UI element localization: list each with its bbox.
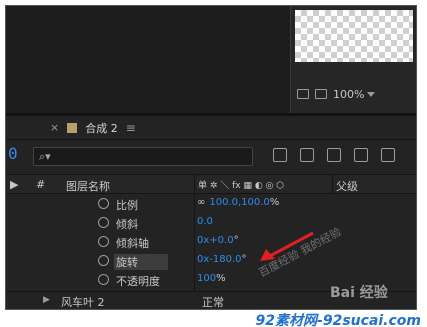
timecode[interactable]: 0	[8, 144, 18, 163]
column-layer-name[interactable]: 图层名称	[66, 178, 110, 194]
blend-mode-dropdown[interactable]: 正常	[202, 294, 224, 309]
draft-3d-icon[interactable]	[300, 148, 314, 162]
unit: °	[233, 235, 239, 246]
property-name: 倾斜轴	[116, 237, 149, 250]
shy-layers-icon[interactable]	[327, 148, 341, 162]
rotation-value[interactable]: 0x-180.0	[197, 254, 242, 265]
property-value[interactable]: 0.0	[197, 216, 213, 227]
search-icon: ⌕▾	[39, 149, 51, 163]
layer-column-header: ▶ # 图层名称 单 ✲ ＼ fx ▦ ◐ ◎ ⬡ 父级	[6, 174, 416, 194]
scale-value[interactable]: 100.0,100.0	[209, 197, 269, 208]
snapshot-icon[interactable]	[297, 89, 309, 99]
column-parent[interactable]: 父级	[336, 178, 358, 194]
skew-axis-value[interactable]: 0x+0.0	[197, 235, 234, 246]
zoom-value: 100%	[333, 87, 365, 101]
unit: °	[241, 254, 247, 265]
property-row-skew[interactable]: 倾斜 0.0	[6, 214, 416, 233]
stopwatch-icon[interactable]	[98, 217, 109, 228]
property-row-skew-axis[interactable]: 倾斜轴 0x+0.0°	[6, 233, 416, 252]
chevron-down-icon	[367, 91, 376, 97]
property-name: 比例	[116, 199, 138, 212]
tab-menu-icon[interactable]: ≡	[126, 121, 136, 135]
graph-editor-icon[interactable]	[273, 148, 287, 162]
property-value[interactable]: ∞ 100.0,100.0%	[197, 197, 279, 208]
transparency-grid	[295, 10, 413, 62]
layer-name[interactable]: 风车叶 2	[61, 294, 105, 309]
property-value[interactable]: 0x+0.0°	[197, 235, 239, 246]
link-icon[interactable]: ∞	[197, 197, 205, 208]
column-divider	[332, 174, 333, 194]
property-value[interactable]: 100%	[197, 273, 226, 284]
expand-icon[interactable]: ▶	[43, 295, 50, 305]
frame-blending-icon[interactable]	[354, 148, 368, 162]
unit: %	[269, 197, 280, 208]
display-icon[interactable]	[315, 89, 327, 99]
stopwatch-icon[interactable]	[98, 236, 109, 247]
composition-tab-bar: × 合成 2 ≡	[6, 116, 416, 140]
stopwatch-icon[interactable]	[98, 255, 109, 266]
after-effects-window: 100% × 合成 2 ≡ 0 ⌕▾ ▶ # 图层名称 单 ✲ ＼ fx ▦ ◐…	[5, 5, 417, 310]
stopwatch-icon[interactable]	[98, 274, 109, 285]
stopwatch-icon[interactable]	[98, 198, 109, 209]
opacity-value[interactable]: 100	[197, 273, 216, 284]
property-name: 旋转	[114, 254, 168, 270]
timeline-tools	[273, 148, 395, 162]
baidu-logo: Bai 经验	[330, 285, 388, 301]
composition-color-swatch	[67, 122, 78, 133]
property-name: 不透明度	[116, 275, 160, 288]
property-name: 倾斜	[116, 218, 138, 231]
viewer-toolbar: 100%	[291, 84, 416, 104]
property-row-rotation[interactable]: 旋转 0x-180.0°	[6, 252, 416, 271]
tab-composition[interactable]: 合成 2	[85, 120, 118, 136]
zoom-dropdown[interactable]: 100%	[333, 87, 376, 101]
property-row-scale[interactable]: 比例 ∞ 100.0,100.0%	[6, 195, 416, 214]
unit: %	[216, 273, 226, 284]
search-input[interactable]: ⌕▾	[33, 147, 253, 166]
column-switches[interactable]: 单 ✲ ＼ fx ▦ ◐ ◎ ⬡	[198, 178, 284, 191]
site-watermark: 92素材网-92sucai.com	[255, 313, 421, 327]
expand-icon[interactable]: ▶	[10, 178, 18, 191]
timeline-toolbar: 0 ⌕▾	[6, 140, 416, 174]
motion-blur-icon[interactable]	[381, 148, 395, 162]
property-value[interactable]: 0x-180.0°	[197, 254, 247, 265]
preview-panel: 100%	[290, 6, 416, 113]
close-icon[interactable]: ×	[50, 121, 59, 134]
column-number[interactable]: #	[36, 178, 45, 191]
